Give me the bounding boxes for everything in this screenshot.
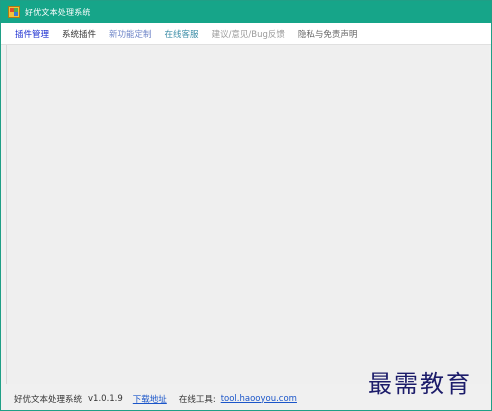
app-window: 好优文本处理系统 插件管理 系统插件 新功能定制 在线客服 建议/意见/Bug反… — [0, 0, 492, 411]
download-link[interactable]: 下载地址 — [133, 393, 167, 405]
menu-feedback[interactable]: 建议/意见/Bug反馈 — [212, 28, 285, 40]
window-title: 好优文本处理系统 — [25, 7, 91, 17]
menu-plugin-management[interactable]: 插件管理 — [15, 28, 49, 40]
menu-bar: 插件管理 系统插件 新功能定制 在线客服 建议/意见/Bug反馈 隐私与免责声明 — [1, 23, 491, 45]
main-content-area — [6, 45, 489, 384]
online-tools-link[interactable]: tool.haooyou.com — [221, 394, 297, 404]
menu-system-plugins[interactable]: 系统插件 — [62, 28, 96, 40]
status-app-name: 好优文本处理系统 — [14, 394, 83, 405]
app-icon — [8, 6, 20, 18]
watermark-text: 最需教育 — [368, 370, 472, 398]
title-bar[interactable]: 好优文本处理系统 — [1, 1, 491, 23]
online-tools-label: 在线工具: — [178, 394, 216, 405]
status-version: v1.0.1.9 — [88, 393, 123, 404]
menu-privacy-disclaimer[interactable]: 隐私与免责声明 — [298, 28, 358, 40]
menu-online-support[interactable]: 在线客服 — [165, 28, 199, 40]
menu-custom-feature[interactable]: 新功能定制 — [109, 28, 152, 40]
